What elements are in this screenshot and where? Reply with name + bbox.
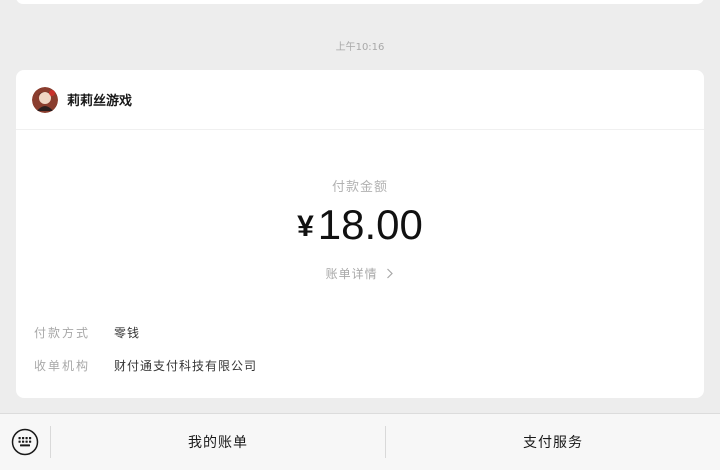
payment-amount: ¥18.00 bbox=[16, 200, 704, 252]
info-row-acquirer: 收单机构 财付通支付科技有限公司 bbox=[34, 357, 257, 374]
previous-message-card bbox=[16, 0, 704, 4]
info-key: 付款方式 bbox=[34, 326, 91, 340]
bottom-menu-bar: 我的账单 支付服务 bbox=[0, 413, 720, 470]
merchant-avatar bbox=[32, 86, 58, 113]
info-key: 收单机构 bbox=[34, 359, 91, 373]
menu-item-my-bills[interactable]: 我的账单 bbox=[51, 414, 385, 470]
message-timestamp: 上午10:16 bbox=[335, 42, 385, 53]
amount-label: 付款金额 bbox=[331, 180, 388, 195]
merchant-name: 莉莉丝游戏 bbox=[67, 94, 133, 109]
info-value: 零钱 bbox=[114, 326, 141, 340]
info-row-payment-method: 付款方式 零钱 bbox=[34, 324, 140, 341]
menu-item-payment-services[interactable]: 支付服务 bbox=[386, 414, 720, 470]
payment-card[interactable]: 莉莉丝游戏 付款金额 ¥18.00 账单详情 付款方式 零钱 收单机构 财付通支… bbox=[16, 70, 704, 398]
card-header: 莉莉丝游戏 bbox=[16, 70, 704, 130]
bill-detail-link[interactable]: 账单详情 bbox=[16, 265, 704, 282]
info-value: 财付通支付科技有限公司 bbox=[114, 359, 258, 373]
currency-symbol: ¥ bbox=[297, 210, 314, 243]
keyboard-icon[interactable] bbox=[0, 414, 50, 470]
bill-detail-label: 账单详情 bbox=[325, 267, 378, 281]
chevron-right-icon bbox=[386, 268, 394, 282]
amount-value: 18.00 bbox=[317, 201, 423, 248]
